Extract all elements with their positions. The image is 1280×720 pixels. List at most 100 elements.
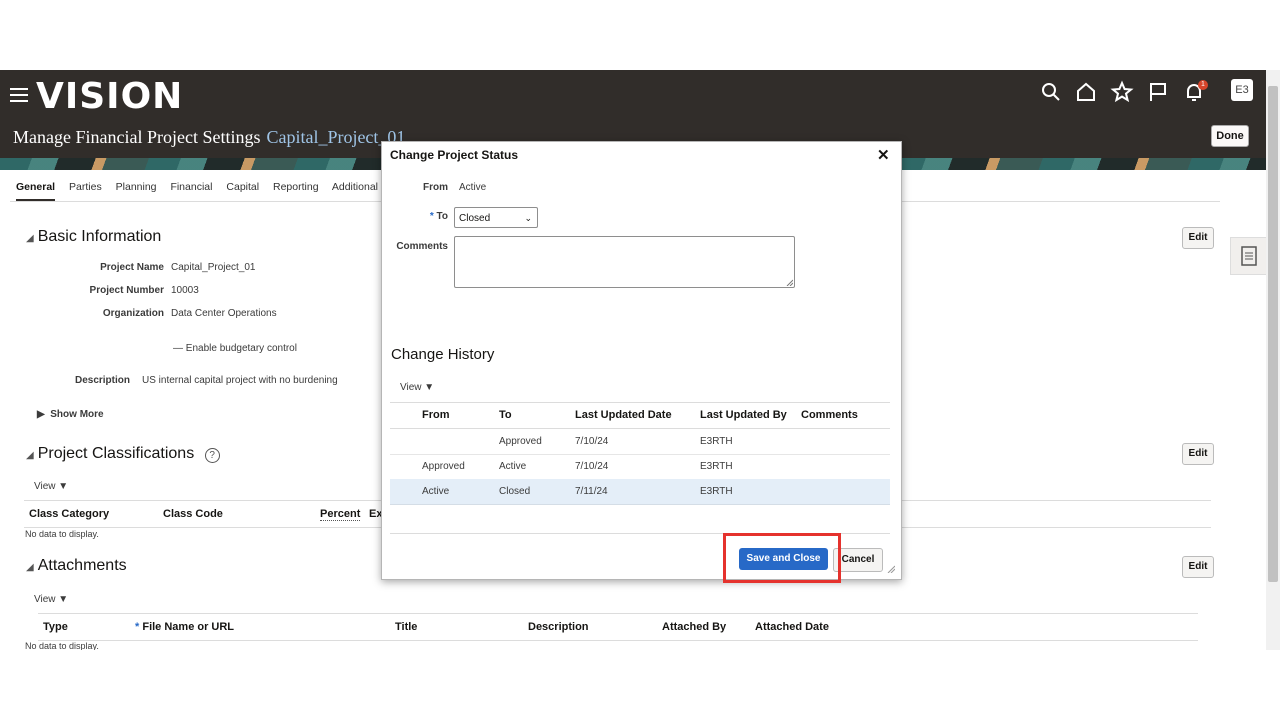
attachments-title: Attachments <box>37 557 127 574</box>
menu-icon[interactable] <box>10 84 28 106</box>
required-asterisk: * <box>429 211 437 222</box>
column-header-attached-by[interactable]: Attached By <box>662 621 726 633</box>
favorites-star-icon[interactable] <box>1110 80 1134 104</box>
attachments-header[interactable]: ◢ Attachments <box>26 557 127 575</box>
collapse-triangle-icon[interactable]: ◢ <box>26 450 34 461</box>
to-label-text: To <box>436 211 448 222</box>
collapse-triangle-icon[interactable]: ◢ <box>26 233 34 244</box>
home-icon[interactable] <box>1074 80 1098 104</box>
search-icon[interactable] <box>1039 80 1063 104</box>
view-menu-label: View <box>34 594 56 605</box>
column-header-description[interactable]: Description <box>528 621 589 633</box>
history-cell-to: Active <box>499 461 527 472</box>
chevron-down-icon: ⌄ <box>524 213 532 223</box>
column-header-file-name[interactable]: * File Name or URL <box>135 621 234 633</box>
history-column-last-updated-date[interactable]: Last Updated Date <box>575 409 672 421</box>
description-value: US internal capital project with no burd… <box>142 375 338 386</box>
expand-triangle-icon: ▶ <box>37 409 51 420</box>
history-row[interactable]: Approved Active 7/10/24 E3RTH <box>390 454 890 480</box>
basic-information-title: Basic Information <box>37 228 162 245</box>
page-title: Manage Financial Project Settings Capital… <box>13 127 405 148</box>
help-icon[interactable]: ? <box>204 448 220 463</box>
tab-planning[interactable]: Planning <box>116 181 157 193</box>
tab-general[interactable]: General <box>16 181 56 201</box>
classifications-view-menu[interactable]: View ▼ <box>34 481 68 492</box>
dialog-title: Change Project Status <box>390 148 519 162</box>
column-header-class-category[interactable]: Class Category <box>29 508 109 520</box>
brand-logo: VISION <box>36 76 184 117</box>
divider <box>390 402 890 403</box>
view-menu-label: View <box>34 481 56 492</box>
change-history-title: Change History <box>391 346 495 363</box>
show-more-label: Show More <box>50 409 104 420</box>
history-cell-date: 7/10/24 <box>575 436 609 447</box>
column-header-attached-date[interactable]: Attached Date <box>755 621 829 633</box>
history-column-to[interactable]: To <box>499 409 512 421</box>
organization-label: Organization <box>102 308 164 319</box>
user-avatar[interactable]: E3 <box>1231 79 1253 101</box>
attachments-edit-button[interactable]: Edit <box>1182 556 1214 578</box>
document-icon <box>1241 246 1257 266</box>
checkbox-dash-icon: — <box>173 343 186 354</box>
to-status-select[interactable]: Closed ⌄ <box>454 207 538 228</box>
history-cell-from: Active <box>422 486 450 497</box>
column-header-percent[interactable]: Percent <box>320 508 361 521</box>
to-label: * To <box>390 211 448 222</box>
flag-icon[interactable] <box>1146 80 1170 104</box>
done-button[interactable]: Done <box>1211 125 1249 147</box>
project-number-label: Project Number <box>89 285 164 296</box>
dialog-resize-grip-icon[interactable] <box>887 565 895 573</box>
tab-capital[interactable]: Capital <box>226 181 259 193</box>
history-cell-to: Approved <box>499 436 542 447</box>
view-menu-label: View <box>400 382 422 393</box>
comments-textarea[interactable] <box>454 236 795 288</box>
project-number-value: 10003 <box>171 285 199 296</box>
dropdown-arrow-icon: ▼ <box>424 382 435 393</box>
history-column-comments[interactable]: Comments <box>801 409 858 421</box>
tab-parties[interactable]: Parties <box>69 181 102 193</box>
side-panel-toggle[interactable] <box>1230 237 1268 275</box>
dropdown-arrow-icon: ▼ <box>58 594 69 605</box>
resize-grip-icon[interactable] <box>786 279 793 286</box>
column-header-type[interactable]: Type <box>43 621 68 633</box>
history-cell-date: 7/11/24 <box>575 486 608 497</box>
page-scrollbar-thumb[interactable] <box>1268 86 1278 582</box>
show-more-link[interactable]: ▶ Show More <box>37 409 104 420</box>
history-cell-date: 7/10/24 <box>575 461 609 472</box>
history-cell-by: E3RTH <box>700 436 733 447</box>
history-cell-by: E3RTH <box>700 486 733 497</box>
classifications-empty-text: No data to display. <box>25 529 99 539</box>
collapse-triangle-icon[interactable]: ◢ <box>26 562 34 573</box>
history-column-from[interactable]: From <box>422 409 450 421</box>
highlight-annotation-box <box>723 533 841 583</box>
close-icon[interactable]: ✕ <box>877 146 890 164</box>
attachments-view-menu[interactable]: View ▼ <box>34 594 68 605</box>
history-row-selected[interactable]: Active Closed 7/11/24 E3RTH <box>390 479 890 505</box>
history-column-last-updated-by[interactable]: Last Updated By <box>700 409 787 421</box>
tab-financial[interactable]: Financial <box>170 181 212 193</box>
tab-reporting[interactable]: Reporting <box>273 181 319 193</box>
budgetary-control-checkbox: — Enable budgetary control <box>173 343 297 354</box>
comments-label: Comments <box>396 241 448 252</box>
column-header-file-name-label: File Name or URL <box>142 621 235 633</box>
dropdown-arrow-icon: ▼ <box>58 481 69 492</box>
tab-bar: General Parties Planning Financial Capit… <box>16 181 401 201</box>
page-title-text: Manage Financial Project Settings <box>13 127 261 147</box>
history-row[interactable]: Approved 7/10/24 E3RTH <box>390 429 890 455</box>
column-header-title[interactable]: Title <box>395 621 417 633</box>
history-cell-to: Closed <box>499 486 531 497</box>
history-view-menu[interactable]: View ▼ <box>400 382 434 393</box>
basic-information-edit-button[interactable]: Edit <box>1182 227 1214 249</box>
classifications-edit-button[interactable]: Edit <box>1182 443 1214 465</box>
divider <box>38 640 1198 641</box>
from-value: Active <box>459 182 487 193</box>
from-label: From <box>423 182 448 193</box>
organization-value: Data Center Operations <box>171 308 277 319</box>
project-classifications-header[interactable]: ◢ Project Classifications ? <box>26 445 220 463</box>
project-name-value: Capital_Project_01 <box>171 262 256 273</box>
to-status-selected: Closed <box>459 213 491 224</box>
basic-information-header[interactable]: ◢ Basic Information <box>26 228 161 246</box>
budgetary-control-label: Enable budgetary control <box>185 343 297 354</box>
column-header-class-code[interactable]: Class Code <box>163 508 223 520</box>
change-project-status-dialog: Change Project Status ✕ From Active * To… <box>381 141 902 580</box>
